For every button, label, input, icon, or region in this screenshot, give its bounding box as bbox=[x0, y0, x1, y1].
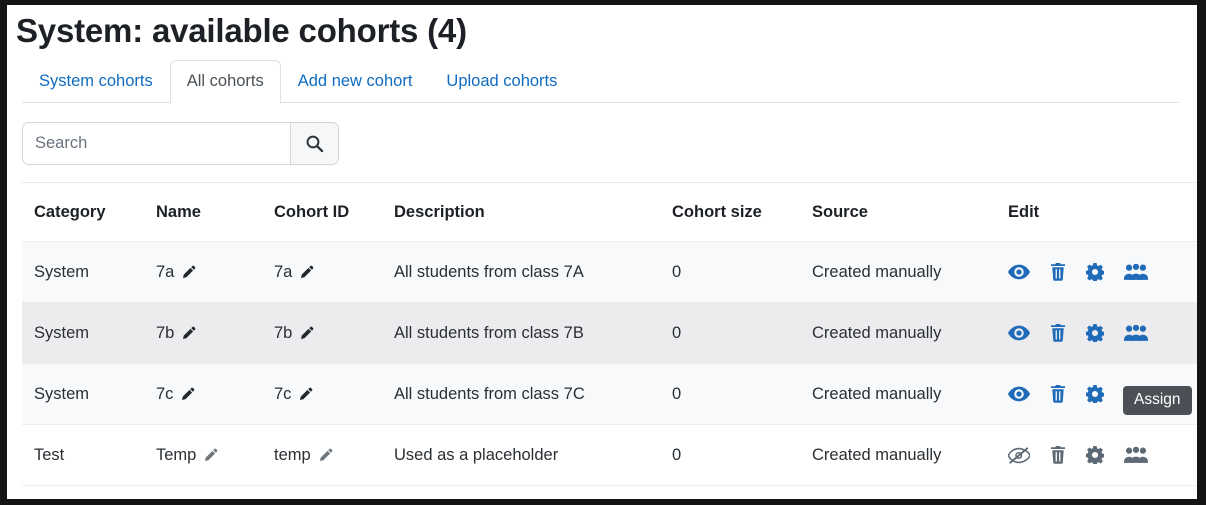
cell-name: 7a bbox=[144, 241, 262, 303]
cell-description: All students from class 7A bbox=[382, 241, 660, 303]
gear-icon[interactable] bbox=[1086, 324, 1104, 342]
search-icon bbox=[305, 134, 324, 153]
cell-category: System bbox=[22, 363, 144, 425]
cell-cohort-id: 7c bbox=[262, 363, 382, 425]
gear-icon[interactable] bbox=[1086, 385, 1104, 403]
page-title: System: available cohorts (4) bbox=[16, 12, 467, 49]
cell-source: Created manually bbox=[800, 424, 996, 486]
table-head: Category Name Cohort ID Description Coho… bbox=[22, 182, 1197, 242]
edit-name-pencil-icon[interactable] bbox=[181, 265, 196, 280]
cell-cohort-size: 0 bbox=[660, 302, 800, 364]
edit-name-pencil-icon[interactable] bbox=[181, 326, 196, 341]
tab-upload-cohorts[interactable]: Upload cohorts bbox=[429, 60, 574, 103]
cell-cohort-size: 0 bbox=[660, 241, 800, 303]
search-input[interactable] bbox=[23, 123, 290, 164]
cell-name: 7b bbox=[144, 302, 262, 364]
cell-cohort-id: 7a bbox=[262, 241, 382, 303]
table-body: System 7a 7a All students from class 7A … bbox=[22, 241, 1197, 486]
tab-system-cohorts[interactable]: System cohorts bbox=[22, 60, 170, 103]
gear-icon[interactable] bbox=[1086, 446, 1104, 464]
cell-edit-actions bbox=[996, 363, 1197, 425]
eye-slash-icon[interactable] bbox=[1008, 446, 1030, 464]
cohorts-table-wrap: Category Name Cohort ID Description Coho… bbox=[7, 182, 1197, 486]
header-edit: Edit bbox=[996, 182, 1197, 242]
gear-icon[interactable] bbox=[1086, 263, 1104, 281]
cell-cohort-size: 0 bbox=[660, 363, 800, 425]
table-header-row: Category Name Cohort ID Description Coho… bbox=[22, 182, 1197, 242]
table-row: System 7c 7c All students from class 7C … bbox=[22, 363, 1197, 425]
edit-name-pencil-icon[interactable] bbox=[203, 448, 218, 463]
row-actions bbox=[1008, 446, 1197, 464]
cell-cohort-size: 0 bbox=[660, 424, 800, 486]
search-button[interactable] bbox=[290, 123, 338, 164]
table-row: System 7b 7b All students from class 7B … bbox=[22, 302, 1197, 364]
edit-cohort-id-pencil-icon[interactable] bbox=[318, 448, 333, 463]
tab-add-new-cohort[interactable]: Add new cohort bbox=[281, 60, 430, 103]
eye-icon[interactable] bbox=[1008, 386, 1030, 402]
cell-name-text: 7c bbox=[156, 384, 174, 403]
eye-icon[interactable] bbox=[1008, 264, 1030, 280]
cell-name-text: 7b bbox=[156, 323, 175, 342]
trash-icon[interactable] bbox=[1050, 385, 1066, 403]
cell-edit-actions bbox=[996, 302, 1197, 364]
cell-source: Created manually bbox=[800, 241, 996, 303]
cell-cohort-id: temp bbox=[262, 424, 382, 486]
header-cohort-id: Cohort ID bbox=[262, 182, 382, 242]
header-name: Name bbox=[144, 182, 262, 242]
edit-cohort-id-pencil-icon[interactable] bbox=[299, 265, 314, 280]
cell-source: Created manually bbox=[800, 302, 996, 364]
users-group-icon[interactable] bbox=[1124, 385, 1148, 403]
users-group-icon[interactable] bbox=[1124, 446, 1148, 464]
header-source: Source bbox=[800, 182, 996, 242]
cell-cohort-id: 7b bbox=[262, 302, 382, 364]
search-area bbox=[7, 122, 1197, 165]
header-category: Category bbox=[22, 182, 144, 242]
edit-name-pencil-icon[interactable] bbox=[180, 387, 195, 402]
cell-cohort-id-text: 7c bbox=[274, 384, 292, 403]
header-description: Description bbox=[382, 182, 660, 242]
cell-name: Temp bbox=[144, 424, 262, 486]
cell-category: System bbox=[22, 241, 144, 303]
trash-icon[interactable] bbox=[1050, 263, 1066, 281]
edit-cohort-id-pencil-icon[interactable] bbox=[298, 387, 313, 402]
cohorts-tabs: System cohorts All cohorts Add new cohor… bbox=[7, 59, 1197, 104]
tab-all-cohorts[interactable]: All cohorts bbox=[169, 60, 281, 104]
cell-description: All students from class 7B bbox=[382, 302, 660, 364]
cell-cohort-id-text: 7b bbox=[274, 323, 293, 342]
table-row: Test Temp temp Used as a placeholder 0 C… bbox=[22, 424, 1197, 486]
cohorts-table: Category Name Cohort ID Description Coho… bbox=[22, 182, 1197, 486]
cell-description: All students from class 7C bbox=[382, 363, 660, 425]
trash-icon[interactable] bbox=[1050, 324, 1066, 342]
users-group-icon[interactable] bbox=[1124, 263, 1148, 281]
row-actions bbox=[1008, 263, 1197, 281]
search-group bbox=[22, 122, 339, 165]
edit-cohort-id-pencil-icon[interactable] bbox=[299, 326, 314, 341]
cell-cohort-id-text: temp bbox=[274, 445, 311, 464]
cell-category: Test bbox=[22, 424, 144, 486]
header-cohort-size: Cohort size bbox=[660, 182, 800, 242]
cell-edit-actions bbox=[996, 424, 1197, 486]
row-actions bbox=[1008, 385, 1197, 403]
table-row: System 7a 7a All students from class 7A … bbox=[22, 241, 1197, 303]
cohorts-page: System: available cohorts (4) System coh… bbox=[7, 5, 1197, 499]
row-actions bbox=[1008, 324, 1197, 342]
cell-category: System bbox=[22, 302, 144, 364]
cell-name-text: Temp bbox=[156, 445, 197, 464]
cell-source: Created manually bbox=[800, 363, 996, 425]
cell-edit-actions bbox=[996, 241, 1197, 303]
cell-description: Used as a placeholder bbox=[382, 424, 660, 486]
cell-name: 7c bbox=[144, 363, 262, 425]
cell-cohort-id-text: 7a bbox=[274, 262, 293, 281]
trash-icon[interactable] bbox=[1050, 446, 1066, 464]
screenshot-frame: System: available cohorts (4) System coh… bbox=[0, 0, 1206, 505]
cell-name-text: 7a bbox=[156, 262, 175, 281]
eye-icon[interactable] bbox=[1008, 325, 1030, 341]
users-group-icon[interactable] bbox=[1124, 324, 1148, 342]
